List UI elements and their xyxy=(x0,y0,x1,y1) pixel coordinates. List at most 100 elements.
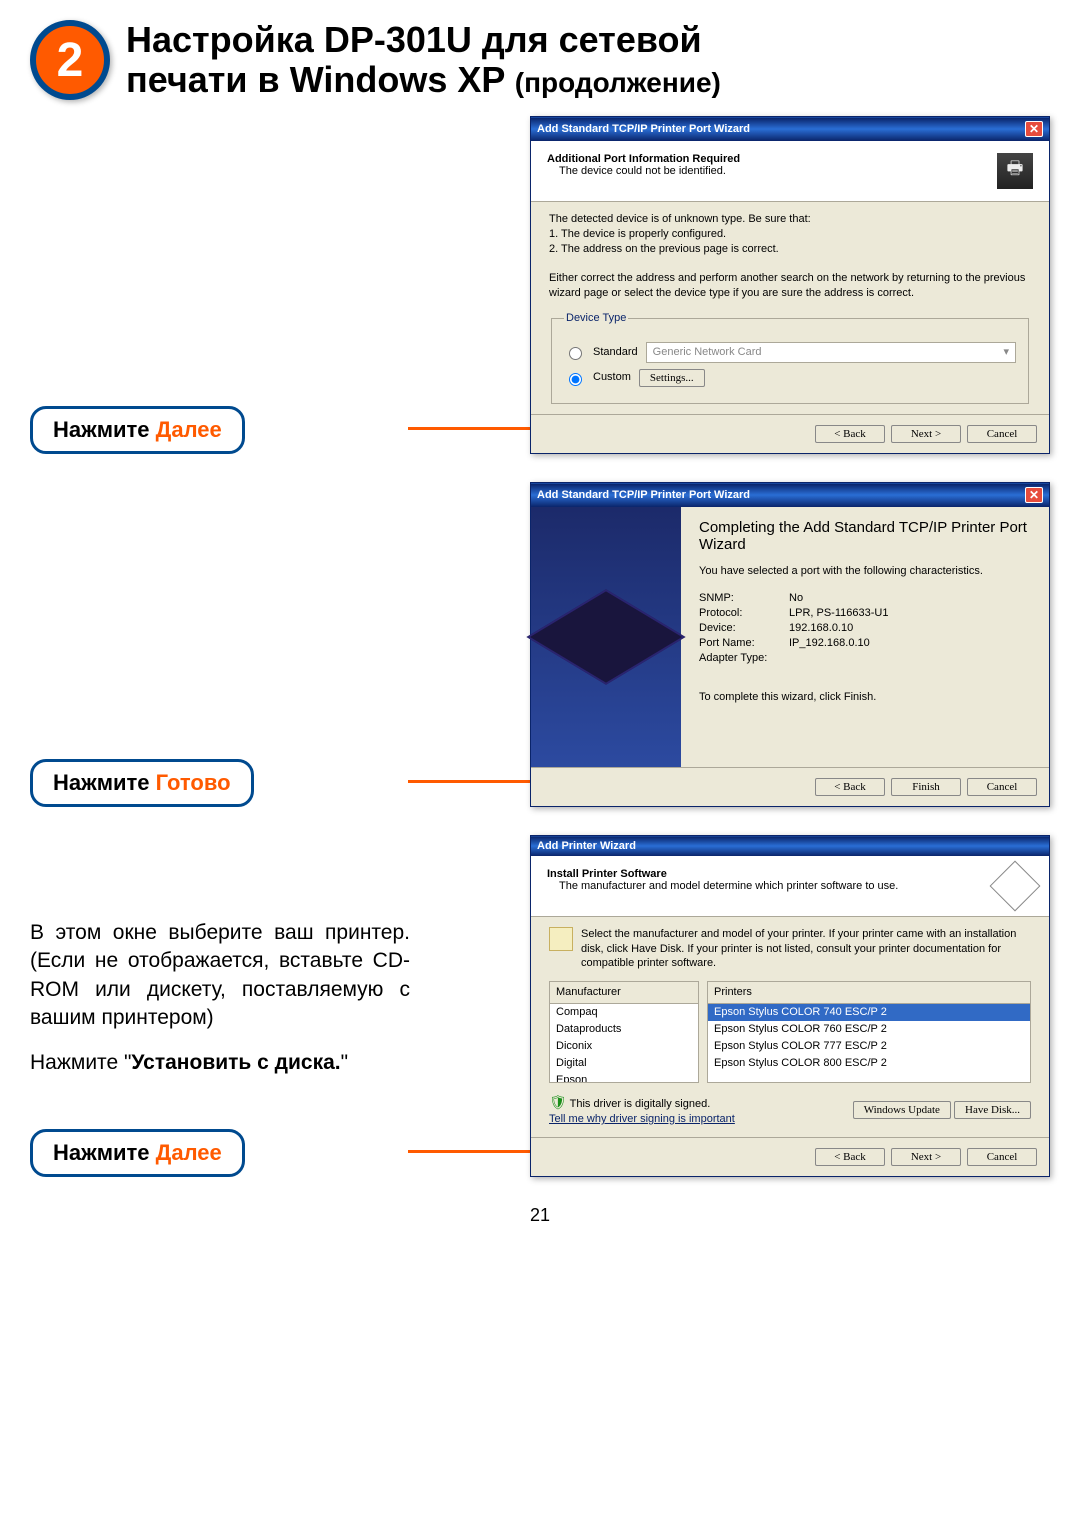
header-sub: The manufacturer and model determine whi… xyxy=(547,880,898,892)
portname-label: Port Name: xyxy=(699,637,789,649)
completing-sub: You have selected a port with the follow… xyxy=(699,565,1031,577)
fieldset-legend: Device Type xyxy=(564,311,628,326)
list-item[interactable]: Diconix xyxy=(550,1038,698,1055)
list-item[interactable]: Dataproducts xyxy=(550,1021,698,1038)
protocol-value: LPR, PS-116633-U1 xyxy=(789,607,888,619)
printer-3d-icon xyxy=(526,589,685,685)
select-printer-text: В этом окне выберите ваш принтер. (Если … xyxy=(30,919,410,1032)
instruction-text: Select the manufacturer and model of you… xyxy=(581,927,1031,972)
list-item[interactable]: Epson Stylus COLOR 800 ESC/P 2 xyxy=(708,1055,1030,1072)
list-item[interactable]: Epson Stylus COLOR 777 ESC/P 2 xyxy=(708,1038,1030,1055)
dropdown-value: Generic Network Card xyxy=(653,345,762,360)
callout-finish: Нажмите Готово xyxy=(30,759,254,807)
printers-list[interactable]: Printers Epson Stylus COLOR 740 ESC/P 2 … xyxy=(707,981,1031,1083)
dialog-body: Select the manufacturer and model of you… xyxy=(531,917,1049,1137)
window-title: Add Standard TCP/IP Printer Port Wizard xyxy=(537,123,750,135)
dialog-footer: < Back Next > Cancel xyxy=(531,414,1049,453)
wizard-sidebar xyxy=(531,507,681,767)
callout-highlight: Готово xyxy=(156,770,231,795)
dialog-header: Install Printer Software The manufacture… xyxy=(531,856,1049,917)
snmp-label: SNMP: xyxy=(699,592,789,604)
shield-icon: 🛡 xyxy=(549,1094,567,1110)
connector-line xyxy=(408,780,532,783)
list-item[interactable]: Epson Stylus COLOR 740 ESC/P 2 xyxy=(708,1004,1030,1021)
callout-next-1: Нажмите Далее xyxy=(30,406,245,454)
finish-line: To complete this wizard, click Finish. xyxy=(699,691,1031,703)
list-item[interactable]: Epson xyxy=(550,1072,698,1083)
dropdown-card[interactable]: Generic Network Card ▾ xyxy=(646,342,1016,363)
adapter-label: Adapter Type: xyxy=(699,652,789,664)
connector-line xyxy=(408,427,532,430)
windows-update-button[interactable]: Windows Update xyxy=(853,1101,951,1119)
window-title: Add Printer Wizard xyxy=(537,840,636,852)
dialog-footer: < Back Next > Cancel xyxy=(531,1137,1049,1176)
header-bold: Additional Port Information Required xyxy=(547,153,740,165)
list-item[interactable]: Digital xyxy=(550,1055,698,1072)
radio-standard[interactable] xyxy=(569,347,582,360)
body-li1: 1. The device is properly configured. xyxy=(549,227,1031,242)
device-type-fieldset: Device Type Standard Generic Network Car… xyxy=(551,311,1029,404)
printers-header: Printers xyxy=(708,982,1030,1004)
have-disk-text: Нажмите "Установить с диска." xyxy=(30,1049,410,1077)
close-icon[interactable]: ✕ xyxy=(1025,487,1043,503)
back-button[interactable]: < Back xyxy=(815,425,885,443)
body-intro: The detected device is of unknown type. … xyxy=(549,212,1031,227)
radio-custom[interactable] xyxy=(569,373,582,386)
callout-highlight: Далее xyxy=(156,1140,222,1165)
cancel-button[interactable]: Cancel xyxy=(967,778,1037,796)
list-item[interactable]: Epson Stylus COLOR 760 ESC/P 2 xyxy=(708,1021,1030,1038)
completing-heading: Completing the Add Standard TCP/IP Print… xyxy=(699,519,1031,553)
step-number-circle: 2 xyxy=(30,20,110,100)
callout-prefix: Нажмите xyxy=(53,770,156,795)
page-number: 21 xyxy=(30,1205,1050,1226)
printer-icon: 🖶 xyxy=(997,153,1033,189)
callout-prefix: Нажмите xyxy=(53,417,156,442)
chevron-down-icon: ▾ xyxy=(1003,345,1009,360)
dialog-port-info: Add Standard TCP/IP Printer Port Wizard … xyxy=(530,116,1050,454)
radio-standard-label: Standard xyxy=(593,345,638,360)
next-button[interactable]: Next > xyxy=(891,1148,961,1166)
next-button[interactable]: Next > xyxy=(891,425,961,443)
have-disk-bold: Установить с диска. xyxy=(131,1051,340,1074)
list-item[interactable]: Compaq xyxy=(550,1004,698,1021)
manufacturer-header: Manufacturer xyxy=(550,982,698,1004)
back-button[interactable]: < Back xyxy=(815,1148,885,1166)
portname-value: IP_192.168.0.10 xyxy=(789,637,870,649)
disk-icon xyxy=(549,927,573,951)
have-disk-button[interactable]: Have Disk... xyxy=(954,1101,1031,1119)
protocol-label: Protocol: xyxy=(699,607,789,619)
manufacturer-list[interactable]: Manufacturer Compaq Dataproducts Diconix… xyxy=(549,981,699,1083)
page-title: Настройка DP-301U для сетевой печати в W… xyxy=(126,20,721,99)
cancel-button[interactable]: Cancel xyxy=(967,1148,1037,1166)
dialog-body: The detected device is of unknown type. … xyxy=(531,202,1049,414)
titlebar: Add Standard TCP/IP Printer Port Wizard … xyxy=(531,117,1049,141)
dialog-footer: < Back Finish Cancel xyxy=(531,767,1049,806)
header-sub: The device could not be identified. xyxy=(547,165,726,177)
titlebar: Add Standard TCP/IP Printer Port Wizard … xyxy=(531,483,1049,507)
window-title: Add Standard TCP/IP Printer Port Wizard xyxy=(537,489,750,501)
callout-highlight: Далее xyxy=(156,417,222,442)
body-li2: 2. The address on the previous page is c… xyxy=(549,242,1031,257)
dialog-add-printer: Add Printer Wizard Install Printer Softw… xyxy=(530,835,1050,1177)
close-icon[interactable]: ✕ xyxy=(1025,121,1043,137)
signing-link[interactable]: Tell me why driver signing is important xyxy=(549,1113,735,1125)
settings-button[interactable]: Settings... xyxy=(639,369,705,387)
body-p2: Either correct the address and perform a… xyxy=(549,271,1031,301)
device-label: Device: xyxy=(699,622,789,634)
printer-icon xyxy=(990,860,1041,911)
have-disk-suffix: " xyxy=(341,1051,348,1074)
device-value: 192.168.0.10 xyxy=(789,622,853,634)
signed-text: This driver is digitally signed. xyxy=(570,1098,711,1110)
snmp-value: No xyxy=(789,592,803,604)
dialog-header: Additional Port Information Required The… xyxy=(531,141,1049,202)
wizard-content: Completing the Add Standard TCP/IP Print… xyxy=(681,507,1049,767)
callout-prefix: Нажмите xyxy=(53,1140,156,1165)
title-continuation: (продолжение) xyxy=(515,67,721,98)
callout-next-2: Нажмите Далее xyxy=(30,1129,245,1177)
finish-button[interactable]: Finish xyxy=(891,778,961,796)
step-header: 2 Настройка DP-301U для сетевой печати в… xyxy=(30,20,1050,100)
dialog-completing: Add Standard TCP/IP Printer Port Wizard … xyxy=(530,482,1050,807)
title-line1: Настройка DP-301U для сетевой xyxy=(126,19,702,60)
cancel-button[interactable]: Cancel xyxy=(967,425,1037,443)
back-button[interactable]: < Back xyxy=(815,778,885,796)
